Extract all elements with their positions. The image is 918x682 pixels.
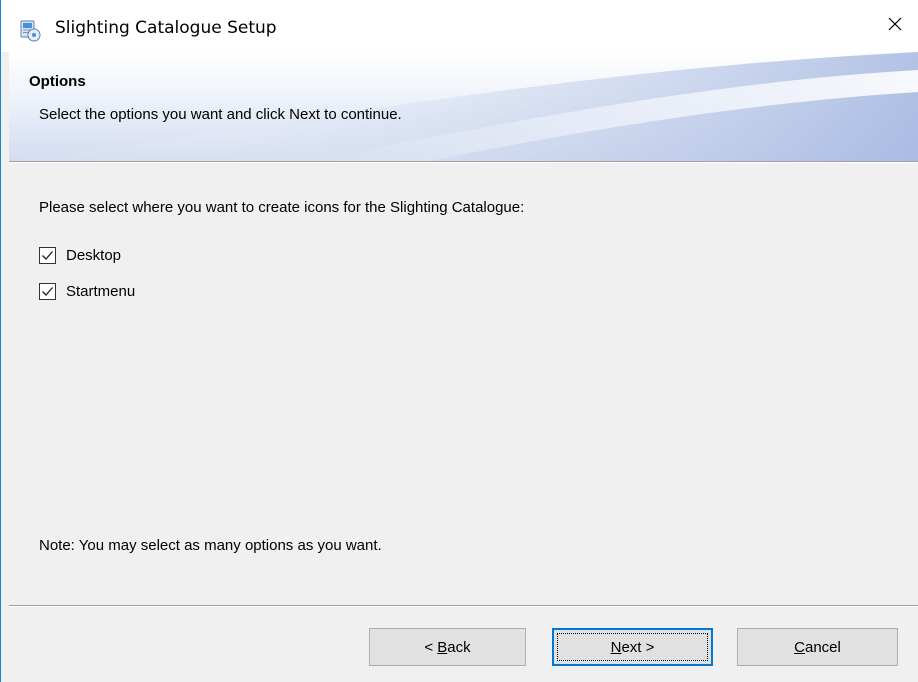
- back-button[interactable]: < Back: [369, 628, 526, 666]
- selection-note: Note: You may select as many options as …: [39, 537, 382, 554]
- header-title: Options: [29, 73, 86, 90]
- desktop-option[interactable]: Desktop: [39, 244, 121, 266]
- cancel-button-label: Cancel: [794, 638, 841, 656]
- header-subtitle: Select the options you want and click Ne…: [39, 106, 402, 123]
- header-divider: [9, 161, 918, 163]
- startmenu-checkbox[interactable]: [39, 282, 56, 300]
- focus-ring: [557, 633, 708, 661]
- startmenu-label: Startmenu: [66, 282, 136, 300]
- title-bar: Slighting Catalogue Setup: [1, 0, 918, 52]
- close-icon: [887, 16, 903, 37]
- close-button[interactable]: [872, 0, 918, 52]
- window-title: Slighting Catalogue Setup: [55, 18, 277, 38]
- cancel-button[interactable]: Cancel: [737, 628, 898, 666]
- header-banner: Options Select the options you want and …: [9, 52, 918, 161]
- icons-prompt: Please select where you want to create i…: [39, 199, 525, 216]
- checkmark-icon: [42, 286, 53, 296]
- setup-window: Slighting Catalogue Setup Options Select…: [0, 0, 918, 682]
- checkmark-icon: [42, 250, 53, 260]
- footer-divider: [9, 605, 918, 607]
- desktop-label: Desktop: [66, 246, 122, 264]
- next-button[interactable]: Next >: [552, 628, 713, 666]
- setup-installer-icon: [19, 20, 41, 42]
- desktop-checkbox[interactable]: [39, 246, 56, 264]
- back-button-label: < Back: [424, 638, 471, 656]
- startmenu-option[interactable]: Startmenu: [39, 280, 135, 302]
